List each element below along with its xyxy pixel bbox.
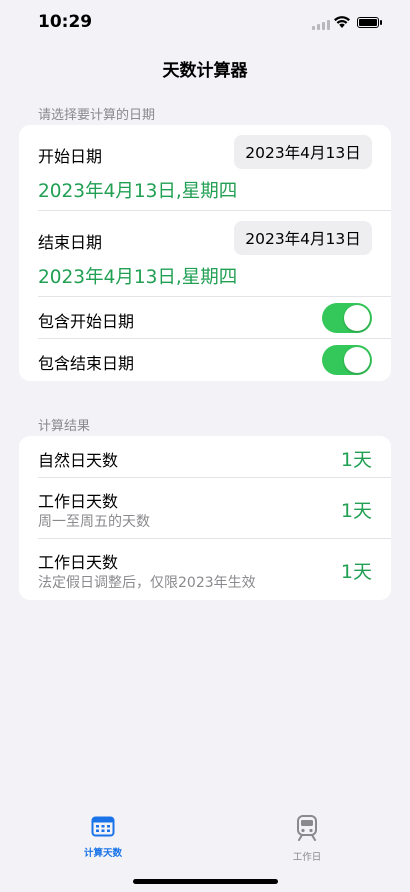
end-date-picker[interactable]: 2023年4月13日 bbox=[234, 221, 372, 255]
result-value: 1天 bbox=[340, 500, 372, 522]
start-date-display: 2023年4月13日,星期四 bbox=[38, 181, 238, 202]
include-start-row: 包含开始日期 bbox=[19, 297, 391, 339]
result-subtitle: 周一至周五的天数 bbox=[38, 514, 150, 530]
tab-workdays[interactable]: 工作日 bbox=[257, 815, 357, 863]
end-date-label: 结束日期 bbox=[38, 233, 103, 252]
end-date-row: 结束日期 2023年4月13日 2023年4月13日,星期四 bbox=[19, 211, 391, 297]
calendar-icon bbox=[91, 816, 115, 837]
train-icon bbox=[297, 815, 317, 841]
result-value: 1天 bbox=[340, 561, 372, 583]
start-date-picker[interactable]: 2023年4月13日 bbox=[234, 135, 372, 169]
toggle-knob bbox=[344, 347, 370, 373]
include-start-label: 包含开始日期 bbox=[38, 312, 135, 331]
date-card: 开始日期 2023年4月13日 2023年4月13日,星期四 结束日期 2023… bbox=[19, 125, 391, 381]
result-subtitle: 法定假日调整后，仅限2023年生效 bbox=[38, 575, 256, 591]
result-row: 工作日天数 周一至周五的天数 1天 bbox=[19, 478, 391, 539]
tab-calculate-days[interactable]: 计算天数 bbox=[53, 815, 153, 859]
result-title: 自然日天数 bbox=[38, 451, 119, 470]
result-title: 工作日天数 bbox=[38, 553, 119, 572]
status-bar: 10:29 bbox=[0, 0, 410, 46]
toggle-knob bbox=[344, 305, 370, 331]
wifi-icon bbox=[334, 16, 350, 28]
include-end-label: 包含结束日期 bbox=[38, 354, 135, 373]
start-date-row: 开始日期 2023年4月13日 2023年4月13日,星期四 bbox=[19, 125, 391, 211]
battery-icon bbox=[357, 17, 379, 28]
battery-cap bbox=[380, 20, 382, 25]
end-date-display: 2023年4月13日,星期四 bbox=[38, 267, 238, 288]
home-indicator bbox=[133, 879, 278, 884]
include-end-toggle[interactable] bbox=[322, 345, 372, 375]
include-start-toggle[interactable] bbox=[322, 303, 372, 333]
result-section-header: 计算结果 bbox=[38, 419, 91, 434]
result-title: 工作日天数 bbox=[38, 492, 119, 511]
status-time: 10:29 bbox=[38, 12, 93, 32]
date-section-header: 请选择要计算的日期 bbox=[38, 108, 156, 123]
tab-label: 计算天数 bbox=[83, 848, 122, 859]
cellular-signal-icon bbox=[312, 20, 330, 30]
result-row: 工作日天数 法定假日调整后，仅限2023年生效 1天 bbox=[19, 539, 391, 600]
tab-label: 工作日 bbox=[292, 852, 322, 863]
result-row: 自然日天数 1天 bbox=[19, 436, 391, 478]
include-end-row: 包含结束日期 bbox=[19, 339, 391, 381]
result-value: 1天 bbox=[340, 449, 372, 471]
start-date-label: 开始日期 bbox=[38, 147, 103, 166]
page-title: 天数计算器 bbox=[162, 61, 248, 81]
result-card: 自然日天数 1天 工作日天数 周一至周五的天数 1天 工作日天数 法定假日调整后… bbox=[19, 436, 391, 600]
